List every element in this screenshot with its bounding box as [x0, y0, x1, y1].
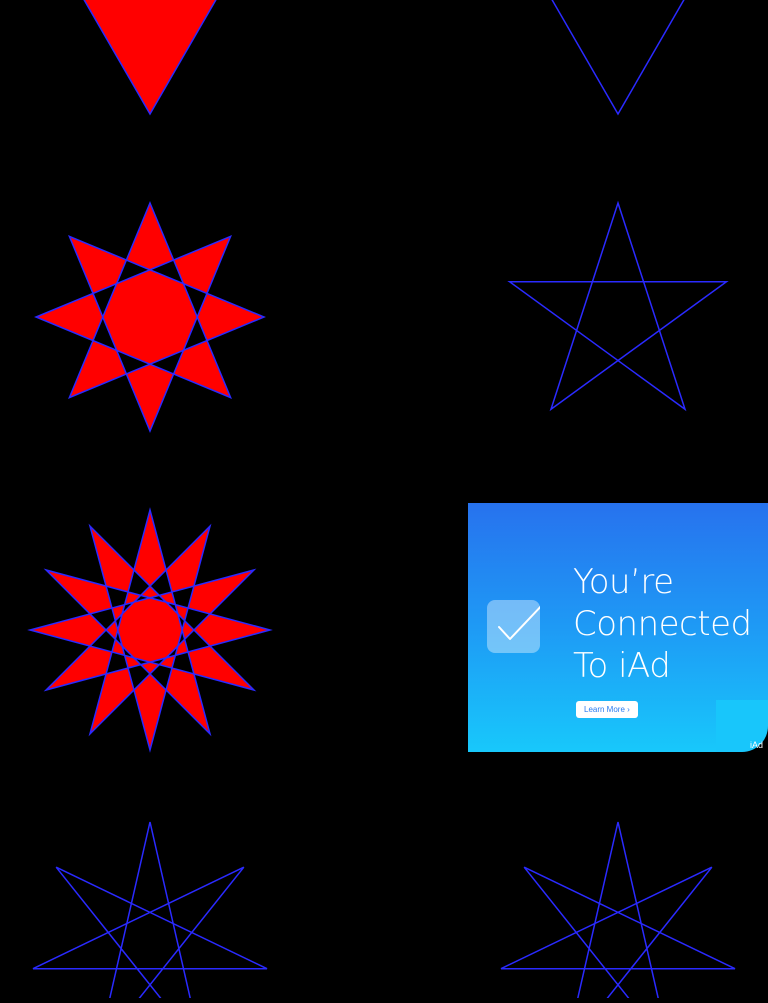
iad-banner[interactable]: You’re Connected To iAd Learn More › — [468, 503, 768, 752]
iad-tag-label: iAd — [750, 740, 764, 750]
ad-headline-line-2: Connected — [573, 604, 752, 644]
star-14-point-right — [500, 821, 736, 1003]
learn-more-button[interactable]: Learn More › — [576, 701, 638, 718]
ad-headline-line-1: You’re — [573, 562, 674, 602]
ad-headline: You’re Connected To iAd — [573, 561, 763, 687]
chevron-right-icon: › — [627, 705, 630, 714]
learn-more-label: Learn More — [584, 705, 625, 714]
star-10-point — [507, 200, 729, 412]
ad-headline-line-3: To iAd — [573, 646, 671, 686]
app-canvas: You’re Connected To iAd Learn More › iAd — [0, 0, 768, 1003]
star-6-point — [551, 0, 685, 116]
star-14-point-left — [32, 821, 268, 1003]
star-12-point — [27, 507, 273, 753]
checkmark-icon — [487, 600, 540, 653]
star-3-point — [83, 0, 217, 116]
star-8-point — [34, 201, 266, 433]
star-drawing-area — [27, 0, 736, 1003]
